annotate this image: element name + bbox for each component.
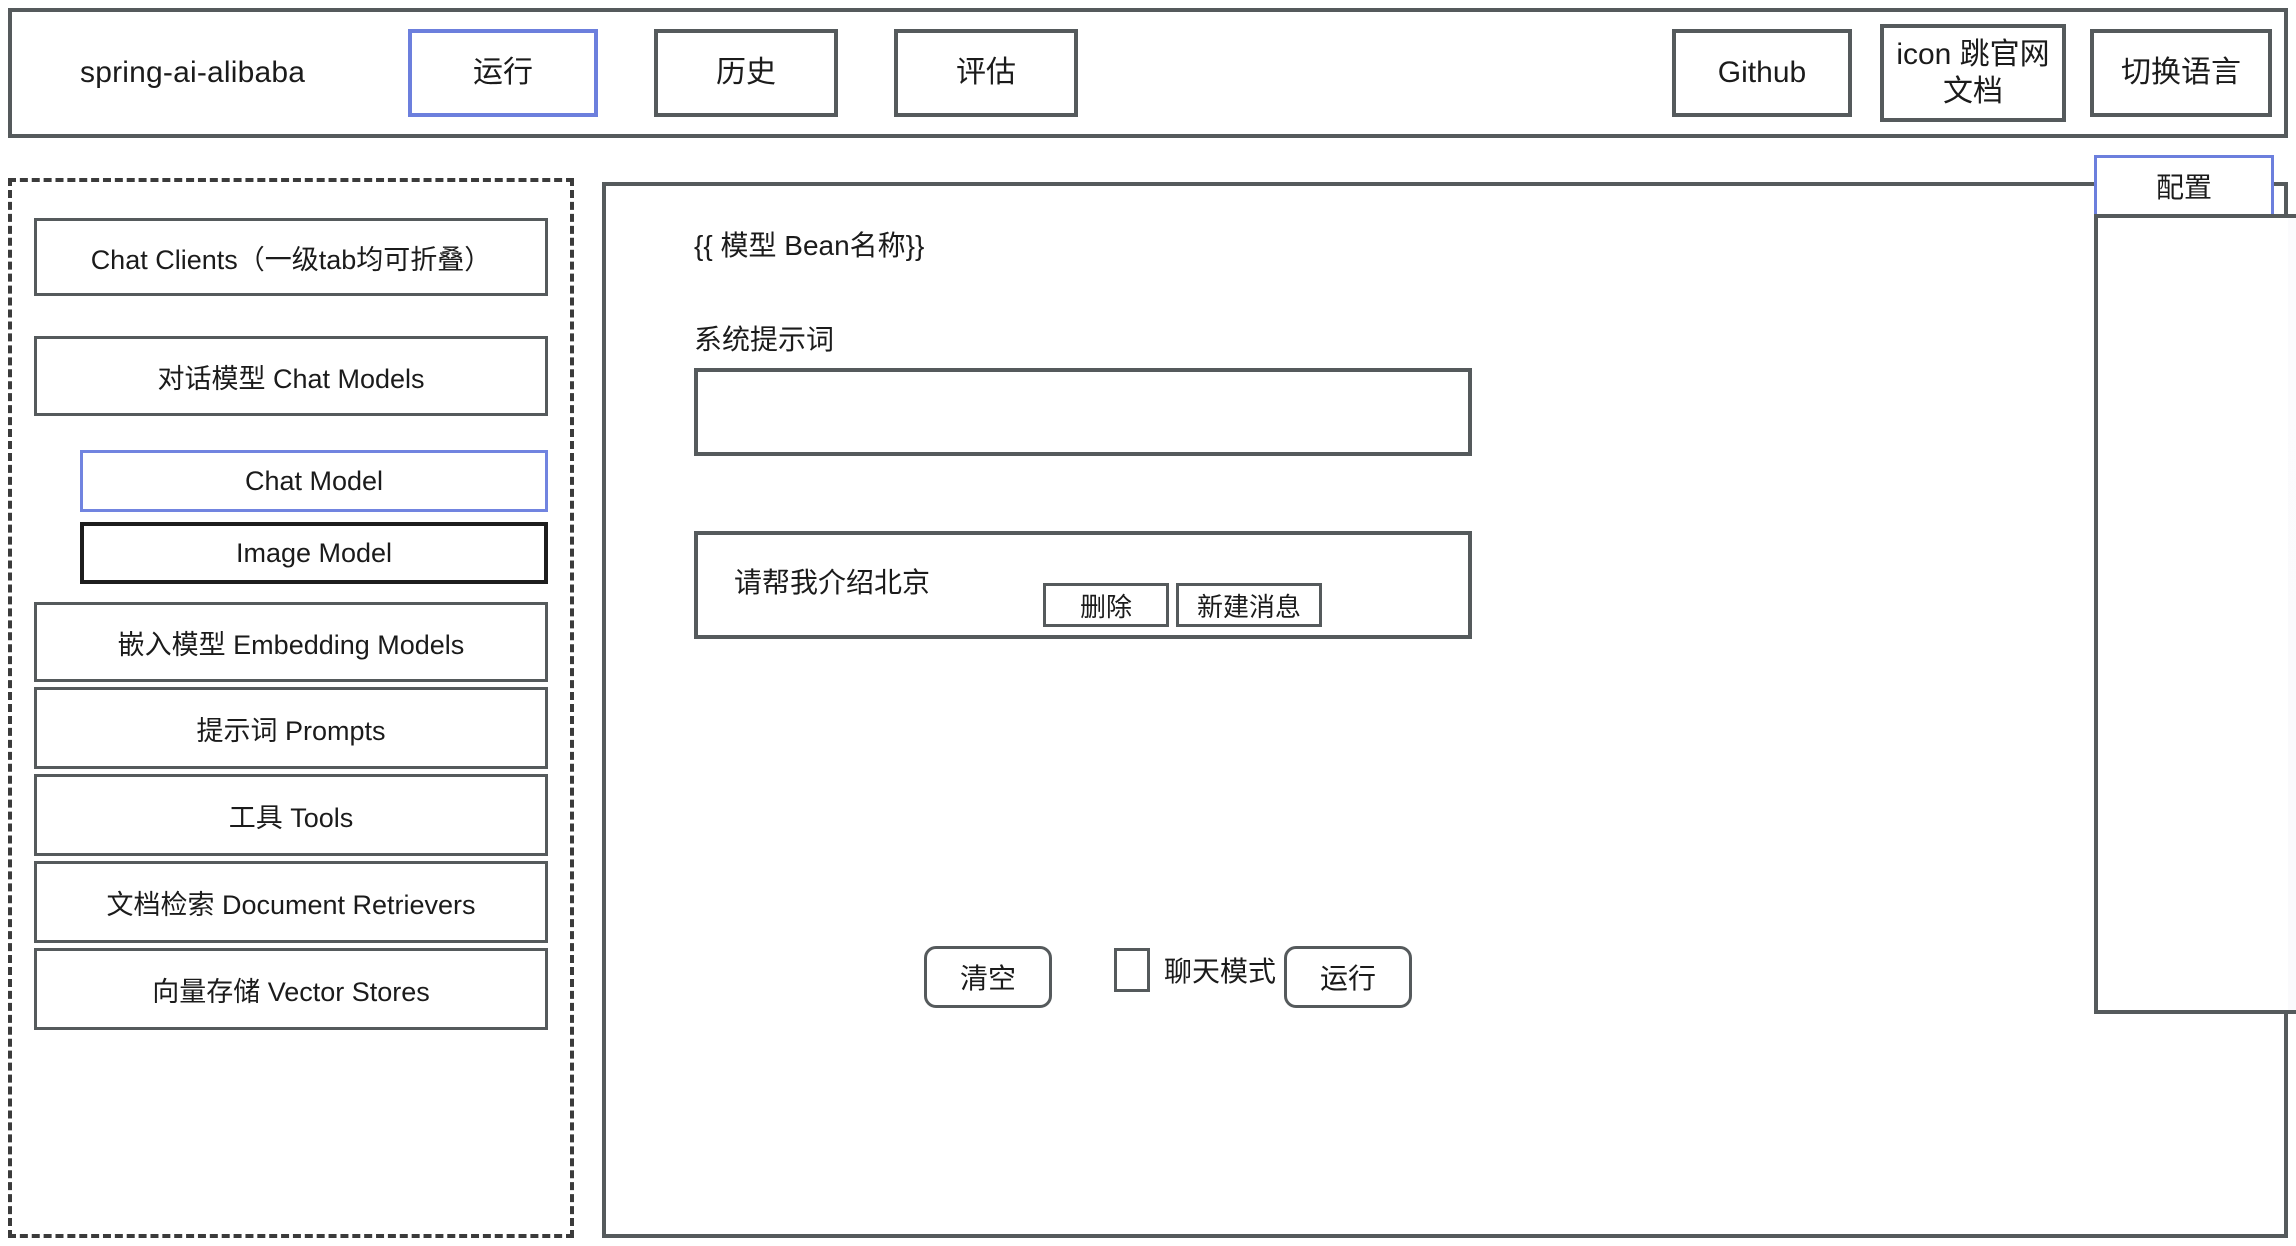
header-button-docs[interactable]: icon 跳官网 文档: [1880, 24, 2066, 122]
sidebar-item-vector-stores[interactable]: 向量存储 Vector Stores: [34, 948, 548, 1030]
app-root: spring-ai-alibaba 运行 历史 评估 Github icon 跳…: [0, 0, 2296, 1246]
app-brand-title: spring-ai-alibaba: [80, 56, 306, 89]
sidebar-item-image-model[interactable]: Image Model: [80, 522, 548, 584]
header-tab-evaluation[interactable]: 评估: [894, 29, 1078, 117]
sidebar-item-embedding-models[interactable]: 嵌入模型 Embedding Models: [34, 602, 548, 682]
header-tab-run[interactable]: 运行: [408, 29, 598, 117]
clear-button[interactable]: 清空: [924, 946, 1052, 1008]
sidebar-item-chat-model[interactable]: Chat Model: [80, 450, 548, 512]
sidebar-item-chat-clients[interactable]: Chat Clients（一级tab均可折叠）: [34, 218, 548, 296]
message-text: 请帮我介绍北京: [734, 567, 931, 598]
main-content-panel: {{ 模型 Bean名称}} 系统提示词 请帮我介绍北京 删除 新建消息 清空 …: [602, 155, 2296, 1238]
message-card: 请帮我介绍北京 删除 新建消息: [694, 531, 1472, 639]
config-panel: Config Tools Model: [2288, 218, 2296, 1010]
header-tab-history[interactable]: 历史: [654, 29, 838, 117]
chat-mode-label: 聊天模式: [1164, 956, 1277, 987]
sidebar-item-chat-models[interactable]: 对话模型 Chat Models: [34, 336, 548, 416]
header-button-github[interactable]: Github: [1672, 29, 1852, 117]
chat-mode-toggle[interactable]: 聊天模式: [1114, 948, 1276, 992]
system-prompt-input[interactable]: [694, 368, 1472, 456]
left-sidebar: Chat Clients（一级tab均可折叠） 对话模型 Chat Models…: [8, 178, 574, 1238]
model-bean-name-title: {{ 模型 Bean名称}}: [694, 230, 925, 261]
sidebar-item-document-retrievers[interactable]: 文档检索 Document Retrievers: [34, 861, 548, 943]
delete-message-button[interactable]: 删除: [1043, 583, 1169, 627]
right-tab-config[interactable]: 配置: [2094, 155, 2274, 217]
top-header-bar: spring-ai-alibaba 运行 历史 评估 Github icon 跳…: [8, 8, 2288, 138]
run-button[interactable]: 运行: [1284, 946, 1412, 1008]
new-message-button[interactable]: 新建消息: [1176, 583, 1322, 627]
chat-mode-checkbox[interactable]: [1114, 948, 1150, 992]
header-button-switch-language[interactable]: 切换语言: [2090, 29, 2272, 117]
system-prompt-label: 系统提示词: [694, 324, 835, 355]
sidebar-item-tools[interactable]: 工具 Tools: [34, 774, 548, 856]
config-frame: Config Tools Model: [2094, 214, 2296, 1014]
sidebar-item-prompts[interactable]: 提示词 Prompts: [34, 687, 548, 769]
